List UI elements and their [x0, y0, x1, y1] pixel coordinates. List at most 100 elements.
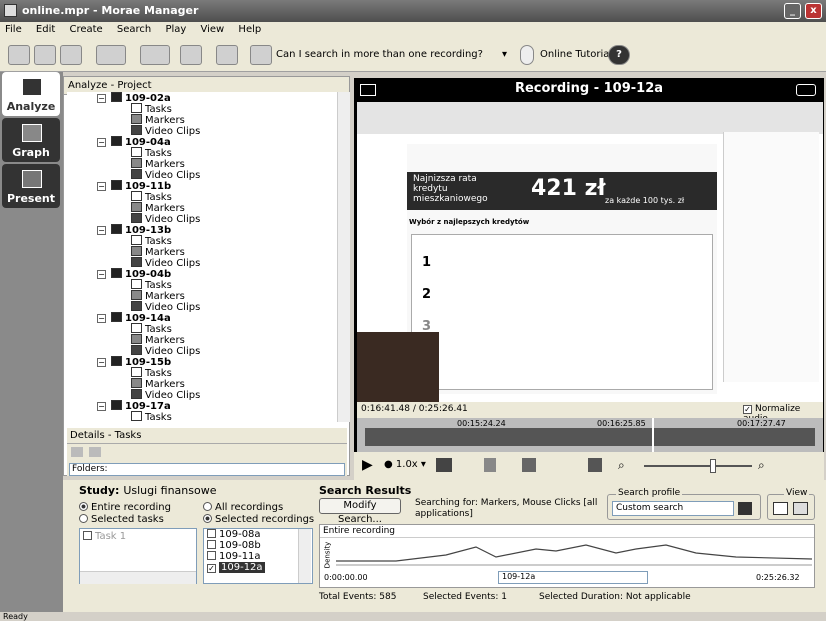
graph-view-icon[interactable] [793, 502, 808, 515]
list-view-icon[interactable] [773, 502, 788, 515]
search-results-header: Search Results [319, 484, 412, 497]
title-bar: online.mpr - Morae Manager _ x [0, 0, 826, 22]
selected-tasks-radio[interactable] [79, 514, 88, 523]
menu-play[interactable]: Play [160, 22, 192, 35]
properties-icon[interactable] [216, 45, 238, 65]
detach-icon[interactable] [796, 84, 816, 96]
recording-list-scrollbar[interactable] [298, 529, 311, 583]
playhead[interactable] [652, 418, 660, 452]
web-amount: 421 zł [531, 176, 606, 201]
chevron-down-icon[interactable]: ▾ [502, 49, 507, 60]
rec-item-1: 109-08a [219, 529, 261, 540]
zoom-slider-thumb[interactable] [710, 459, 716, 473]
nav-present[interactable]: Present [2, 164, 60, 208]
segment-start-icon[interactable] [484, 458, 496, 472]
markers-icon [131, 290, 142, 300]
task-checkbox[interactable] [83, 531, 92, 540]
markers-icon [131, 202, 142, 212]
zoom-slider[interactable] [644, 465, 752, 467]
task-list-scrollbar[interactable] [80, 571, 196, 584]
selected-tasks-label: Selected tasks [91, 514, 164, 525]
question-dropdown[interactable]: Can I search in more than one recording? [276, 49, 483, 60]
minimize-button[interactable]: _ [784, 3, 801, 19]
rec-checkbox-2[interactable] [207, 540, 216, 549]
density-end: 0:25:26.32 [756, 573, 800, 582]
recorded-screen: Najnizsza rata kredytu mieszkaniowego 42… [357, 102, 823, 402]
selected-recordings-radio[interactable] [203, 514, 212, 523]
capture-icon[interactable] [588, 458, 602, 472]
rec-checkbox-3[interactable] [207, 551, 216, 560]
status-bar: Ready [0, 612, 826, 621]
recording-icon [111, 356, 122, 366]
playback-controls: ▶ ● 1.0x ▾ ⌕ ⌕ [354, 452, 824, 480]
snapshot-icon[interactable] [522, 458, 536, 472]
folders-field[interactable]: Folders: [69, 463, 345, 476]
zoom-out-icon[interactable]: ⌕ [618, 458, 625, 473]
speed-dropdown[interactable]: ● 1.0x ▾ [384, 459, 426, 470]
recording-icon [111, 180, 122, 190]
web-sidebar [723, 132, 819, 382]
timeline[interactable]: 00:15:24.24 00:16:25.85 00:17:27.47 [357, 418, 823, 452]
redo-icon[interactable] [140, 45, 170, 65]
time-bar: 0:16:41.48 / 0:25:26.41 ✓Normalize audio [357, 402, 823, 424]
clips-icon [131, 389, 142, 399]
close-button[interactable]: x [805, 3, 822, 19]
collapse-icon[interactable]: − [97, 182, 106, 191]
window-title: online.mpr - Morae Manager [22, 4, 199, 17]
density-axis-label: Density [323, 541, 332, 569]
menu-file[interactable]: File [0, 22, 28, 35]
collapse-icon[interactable]: − [97, 358, 106, 367]
web-rank-1: 1 [422, 255, 432, 270]
collapse-icon[interactable]: − [97, 138, 106, 147]
save-icon[interactable] [60, 45, 82, 65]
collapse-icon[interactable]: − [97, 226, 106, 235]
recording-icon [111, 312, 122, 322]
new-icon[interactable] [8, 45, 30, 65]
add-task-icon[interactable] [71, 447, 83, 457]
all-recordings-radio[interactable] [203, 502, 212, 511]
collapse-icon[interactable]: − [97, 314, 106, 323]
clips-icon [131, 345, 142, 355]
save-profile-icon[interactable] [738, 502, 752, 515]
nav-graph[interactable]: Graph [2, 118, 60, 162]
collapse-icon[interactable]: − [97, 402, 106, 411]
menu-edit[interactable]: Edit [31, 22, 61, 35]
timeline-label-2: 00:16:25.85 [597, 419, 646, 428]
marker-icon[interactable] [436, 458, 452, 472]
tasks-icon [131, 191, 142, 201]
rec-checkbox-1[interactable] [207, 529, 216, 538]
menu-search[interactable]: Search [112, 22, 157, 35]
entire-recording-radio[interactable] [79, 502, 88, 511]
help-icon[interactable]: ? [608, 45, 630, 65]
menu-view[interactable]: View [196, 22, 231, 35]
online-tutorials-link[interactable]: Online Tutorials [540, 49, 617, 60]
modify-search-button[interactable]: Modify Search... [319, 498, 401, 525]
menu-bar: File Edit Create Search Play View Help [0, 22, 826, 38]
open-icon[interactable] [34, 45, 56, 65]
clips-icon [131, 169, 142, 179]
zoom-in-icon[interactable]: ⌕ [758, 458, 765, 473]
tree-tasks[interactable]: Tasks [131, 411, 172, 422]
nav-analyze[interactable]: Analyze [2, 72, 60, 116]
recording-title: Recording - 109-12a [514, 81, 664, 96]
tree-scrollbar[interactable] [337, 92, 350, 422]
recording-icon [111, 224, 122, 234]
recording-icon [111, 92, 122, 102]
search-profile-select[interactable]: Custom search [612, 501, 734, 516]
rec-checkbox-4[interactable]: ✓ [207, 564, 216, 573]
menu-create[interactable]: Create [64, 22, 108, 35]
tasks-icon [131, 323, 142, 333]
play-icon[interactable]: ▶ [362, 457, 373, 473]
undo-icon[interactable] [96, 45, 126, 65]
collapse-icon[interactable]: − [97, 270, 106, 279]
present-icon [22, 170, 42, 188]
edit-task-icon[interactable] [89, 447, 101, 457]
normalize-checkbox[interactable]: ✓ [743, 405, 752, 414]
web-section: Wybór z najlepszych kredytów [409, 218, 530, 226]
export-icon[interactable] [180, 45, 202, 65]
question-book-icon[interactable] [250, 45, 272, 65]
menu-help[interactable]: Help [233, 22, 267, 35]
density-recording-select[interactable]: 109-12a [498, 571, 648, 584]
web-caption: za każde 100 tys. zł [605, 196, 685, 205]
collapse-icon[interactable]: − [97, 94, 106, 103]
